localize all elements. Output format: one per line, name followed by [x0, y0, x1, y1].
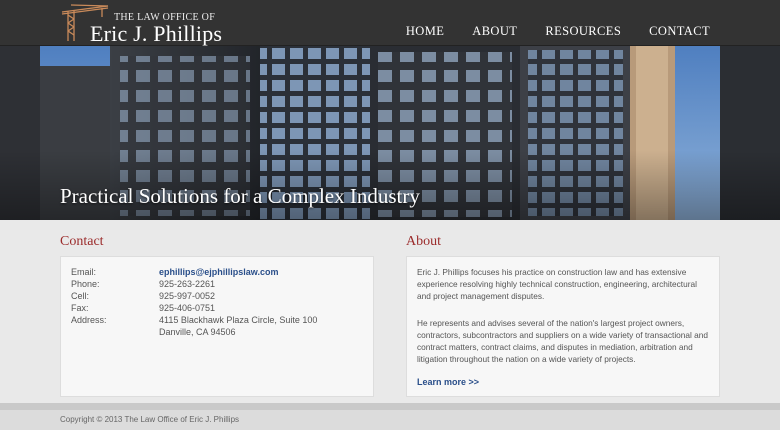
- logo-name: Eric J. Phillips: [90, 21, 223, 46]
- contact-row-cell: Cell: 925-997-0052: [71, 291, 361, 303]
- site-footer: Copyright © 2013 The Law Office of Eric …: [0, 410, 780, 430]
- about-title: About: [406, 234, 441, 249]
- contact-label: Email:: [71, 267, 97, 277]
- copyright-text: Copyright © 2013 The Law Office of Eric …: [60, 415, 240, 424]
- contact-title: Contact: [60, 234, 104, 249]
- hero-tagline: Practical Solutions for a Complex Indust…: [60, 184, 420, 208]
- contact-row-email: Email: ephillips@ejphillipslaw.com: [71, 267, 361, 279]
- main-nav: HOME ABOUT RESOURCES CONTACT: [406, 24, 710, 39]
- nav-about[interactable]: ABOUT: [472, 24, 517, 39]
- about-paragraph-2: He represents and advises several of the…: [417, 318, 709, 364]
- contact-row-phone: Phone: 925-263-2261: [71, 279, 361, 291]
- nav-home[interactable]: HOME: [406, 24, 444, 39]
- contact-label: Address:: [71, 315, 107, 325]
- contact-row-address: Address: 4115 Blackhawk Plaza Circle, Su…: [71, 315, 361, 327]
- site-header: THE LAW OFFICE OF Eric J. Phillips HOME …: [0, 0, 780, 46]
- learn-more-link[interactable]: Learn more >>: [417, 377, 479, 387]
- about-paragraph-1: Eric J. Phillips focuses his practice on…: [417, 267, 697, 301]
- address-line-2: Danville, CA 94506: [159, 327, 236, 337]
- address-line-1: 4115 Blackhawk Plaza Circle, Suite 100: [159, 315, 318, 325]
- contact-label: Cell:: [71, 291, 90, 301]
- contact-row-address-2: Danville, CA 94506: [71, 327, 361, 339]
- nav-resources[interactable]: RESOURCES: [545, 24, 621, 39]
- contact-card: Email: ephillips@ejphillipslaw.com Phone…: [60, 256, 374, 397]
- phone-value: 925-263-2261: [159, 279, 216, 289]
- site-logo[interactable]: THE LAW OFFICE OF Eric J. Phillips: [60, 3, 230, 46]
- fax-value: 925-406-0751: [159, 303, 216, 313]
- cell-value: 925-997-0052: [159, 291, 216, 301]
- nav-contact[interactable]: CONTACT: [649, 24, 710, 39]
- contact-label: Fax:: [71, 303, 89, 313]
- contact-label: Phone:: [71, 279, 100, 289]
- email-link[interactable]: ephillips@ejphillipslaw.com: [159, 267, 278, 277]
- footer-divider: [0, 403, 780, 410]
- about-card: Eric J. Phillips focuses his practice on…: [406, 256, 720, 397]
- hero-banner: Practical Solutions for a Complex Indust…: [0, 46, 780, 220]
- contact-row-fax: Fax: 925-406-0751: [71, 303, 361, 315]
